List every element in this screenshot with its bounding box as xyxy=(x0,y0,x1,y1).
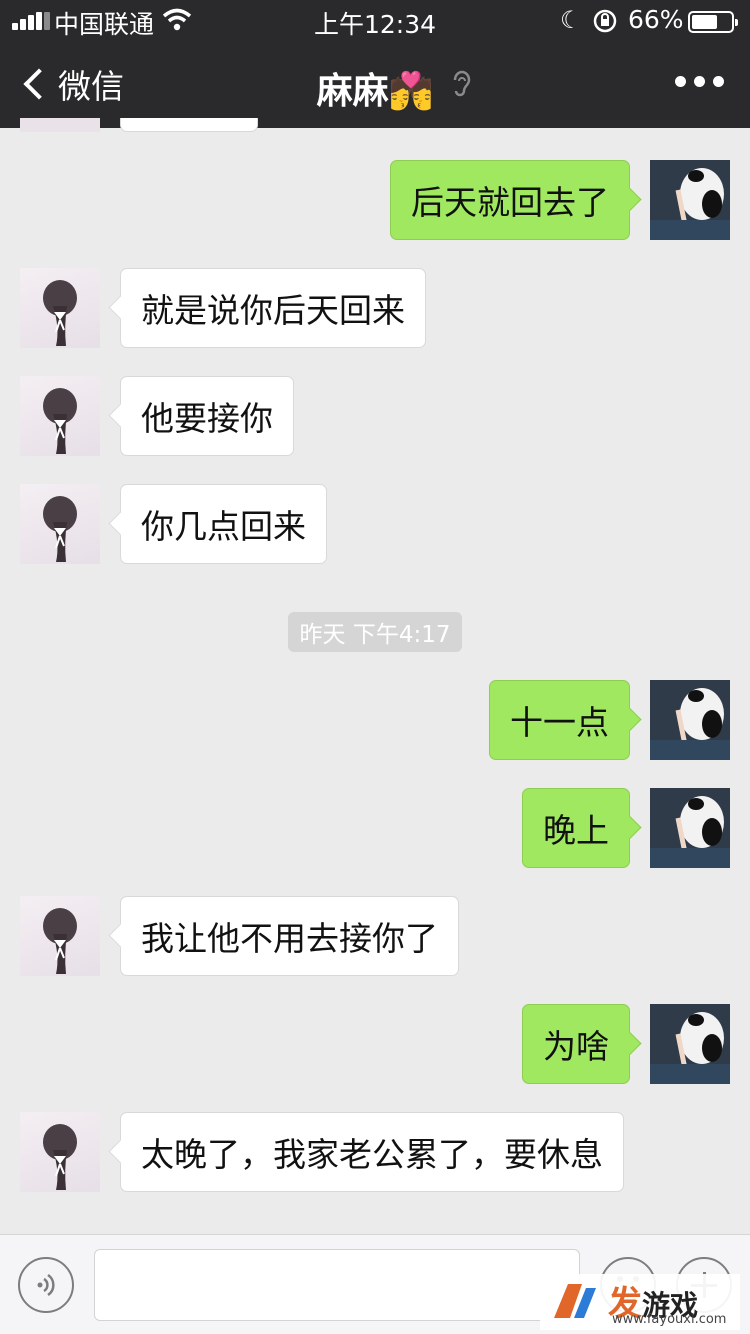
my-avatar[interactable] xyxy=(650,788,730,868)
watermark: 发游戏 www.fayouxi.com xyxy=(540,1274,740,1330)
chat-title-emoji: 💏 xyxy=(388,71,434,112)
contact-avatar[interactable] xyxy=(20,896,100,976)
message-row: 就是说你后天回来 xyxy=(0,268,750,348)
contact-avatar[interactable] xyxy=(20,1112,100,1192)
outgoing-message-bubble[interactable]: 晚上 xyxy=(522,788,630,868)
incoming-message-bubble[interactable]: 他要接你 xyxy=(120,376,294,456)
voice-icon xyxy=(37,1273,55,1297)
my-avatar[interactable] xyxy=(650,1004,730,1084)
message-row: 我让他不用去接你了 xyxy=(0,896,750,976)
chat-title: 麻麻💏 xyxy=(0,62,750,114)
rotation-lock-icon xyxy=(593,9,617,33)
ear-icon xyxy=(453,70,471,97)
incoming-message-bubble[interactable]: 你几点回来 xyxy=(120,484,327,564)
message-input[interactable] xyxy=(94,1249,580,1321)
chat-area[interactable]: 后天就回去了就是说你后天回来 他要接你你几点回来十一点晚上 我让他不用去接你了 为啥太… xyxy=(0,118,750,1234)
voice-button[interactable] xyxy=(18,1257,74,1313)
message-row: 你几点回来 xyxy=(0,484,750,564)
watermark-logo xyxy=(554,1284,596,1318)
contact-avatar[interactable] xyxy=(20,484,100,564)
battery-icon xyxy=(688,11,738,33)
outgoing-message-bubble[interactable]: 为啥 xyxy=(522,1004,630,1084)
outgoing-message-bubble[interactable]: 十一点 xyxy=(489,680,630,760)
incoming-message-bubble[interactable]: 我让他不用去接你了 xyxy=(120,896,459,976)
watermark-url: www.fayouxi.com xyxy=(612,1312,727,1327)
message-row: 后天就回去了 xyxy=(0,160,750,240)
outgoing-message-bubble[interactable]: 后天就回去了 xyxy=(390,160,630,240)
more-icon xyxy=(675,76,686,87)
status-bar: 中国联通 上午12:34 ☾ 66% xyxy=(0,0,750,40)
incoming-message-bubble[interactable]: 太晚了，我家老公累了，要休息 xyxy=(120,1112,624,1192)
more-button[interactable] xyxy=(675,76,724,87)
message-row: 太晚了，我家老公累了，要休息 xyxy=(0,1112,750,1192)
timestamp: 昨天 下午4:17 xyxy=(288,612,462,652)
battery-percent: 66% xyxy=(628,5,684,34)
moon-icon: ☾ xyxy=(560,6,582,34)
my-avatar[interactable] xyxy=(650,680,730,760)
message-row: 晚上 xyxy=(0,788,750,868)
previous-message-edge xyxy=(0,118,750,132)
message-row: 他要接你 xyxy=(0,376,750,456)
contact-avatar[interactable] xyxy=(20,376,100,456)
message-row: 十一点 xyxy=(0,680,750,760)
contact-avatar[interactable] xyxy=(20,268,100,348)
chat-title-text: 麻麻 xyxy=(316,71,389,112)
message-row: 为啥 xyxy=(0,1004,750,1084)
nav-bar: 微信 麻麻💏 xyxy=(0,40,750,128)
my-avatar[interactable] xyxy=(650,160,730,240)
incoming-message-bubble[interactable]: 就是说你后天回来 xyxy=(120,268,426,348)
top-bar: 中国联通 上午12:34 ☾ 66% 微信 麻麻💏 xyxy=(0,0,750,128)
